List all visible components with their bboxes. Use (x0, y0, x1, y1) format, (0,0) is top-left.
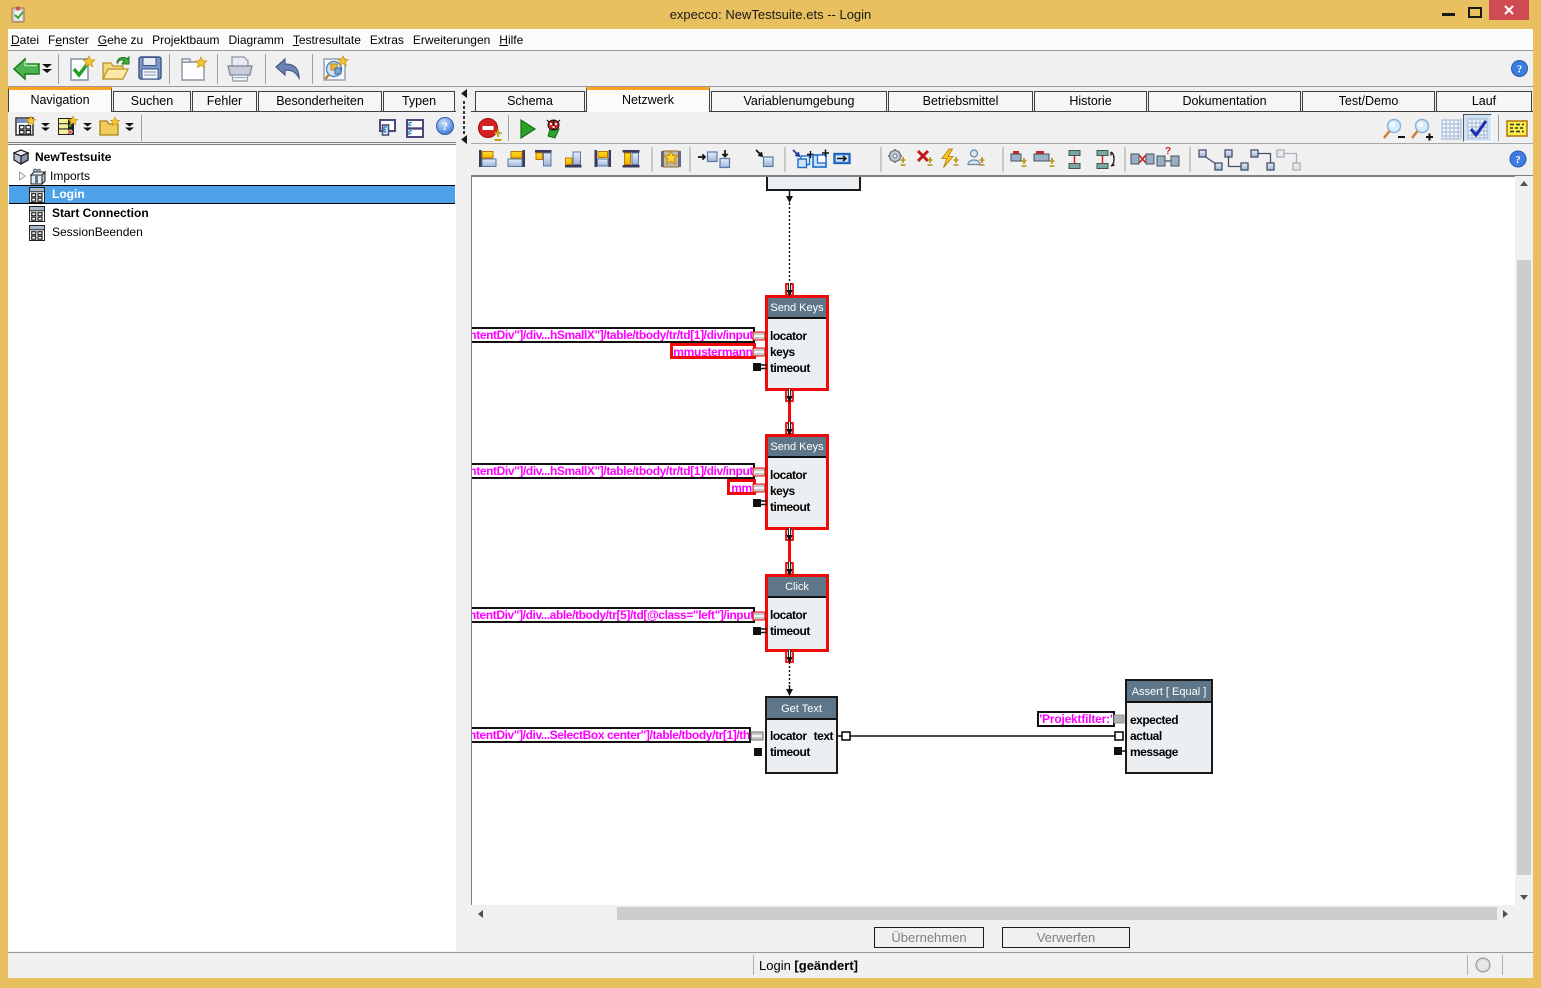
svg-text:?: ? (442, 120, 448, 133)
svg-text:?: ? (1517, 64, 1523, 76)
svg-text:?: ? (1165, 146, 1171, 157)
svg-text:?: ? (1515, 154, 1521, 166)
